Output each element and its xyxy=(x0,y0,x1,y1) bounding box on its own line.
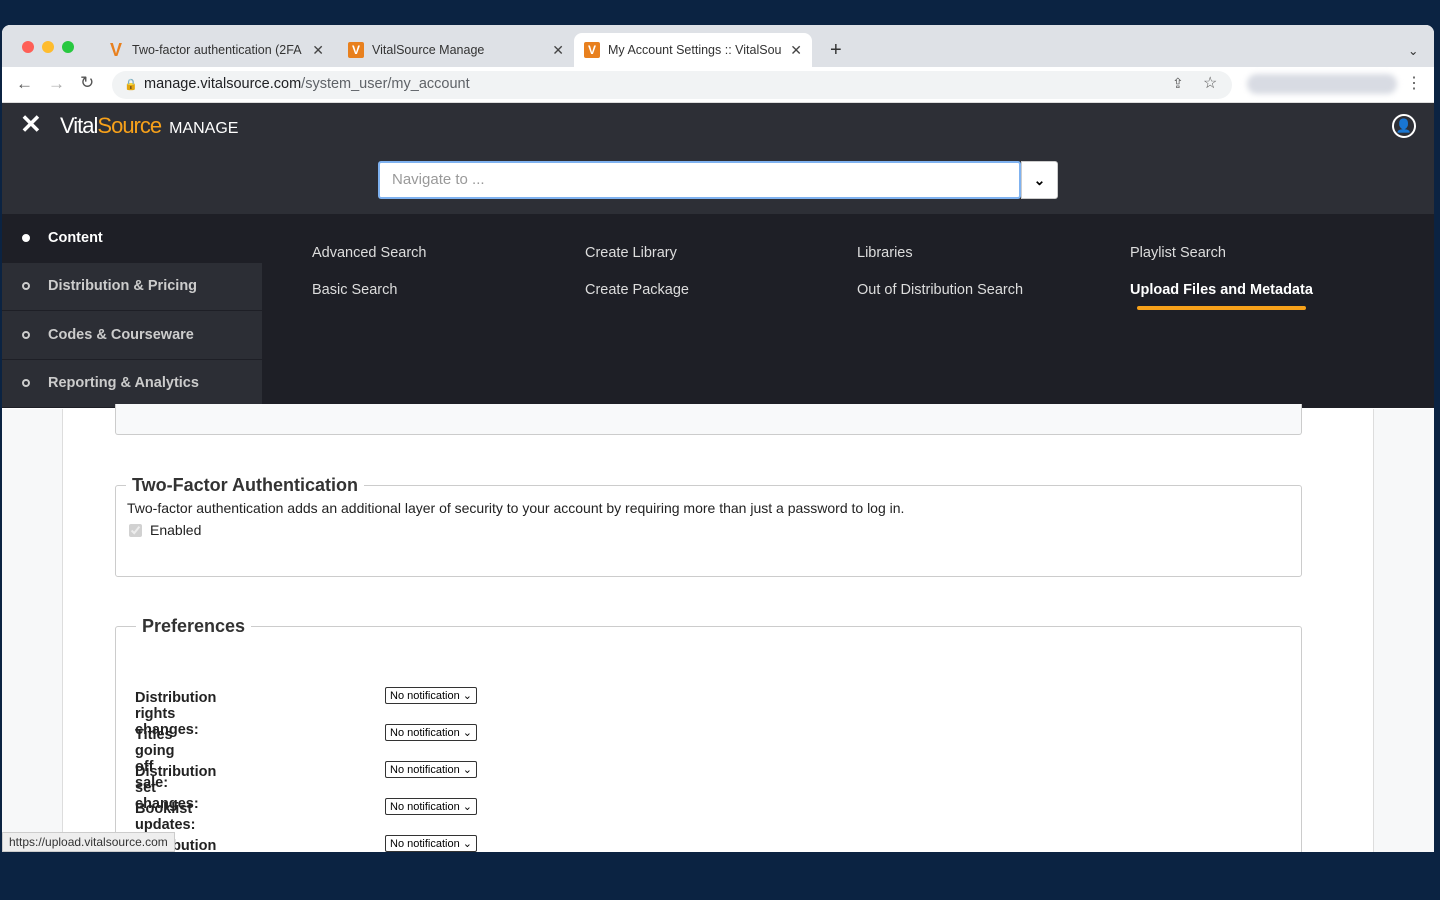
sidebar-label: Codes & Courseware xyxy=(48,326,194,343)
forward-icon[interactable]: → xyxy=(48,74,65,94)
browser-window: V Two-factor authentication (2FA ✕ V VitalS… xyxy=(2,25,1434,852)
address-bar: ← → ↻ 🔒 manage.vitalsource.com/system_use… xyxy=(2,67,1434,103)
close-tab-icon[interactable]: ✕ xyxy=(552,42,564,59)
sidebar-label: Reporting & Analytics xyxy=(48,375,199,392)
close-window-button[interactable] xyxy=(22,41,34,53)
tab-list-chevron-icon[interactable]: ⌄ xyxy=(1398,33,1428,67)
sidebar-item-content[interactable]: Content xyxy=(2,214,262,263)
reload-icon[interactable]: ↻ xyxy=(80,73,94,93)
vitalsource-logo[interactable]: VitalSource MANAGE xyxy=(60,113,238,139)
url-host: manage.vitalsource.com xyxy=(144,76,302,92)
close-tab-icon[interactable]: ✕ xyxy=(790,42,802,59)
url-path: /system_user/my_account xyxy=(301,76,470,92)
link-create-package[interactable]: Create Package xyxy=(585,282,689,298)
preferences-section: Preferences xyxy=(115,616,1302,852)
back-icon[interactable]: ← xyxy=(16,74,33,94)
tab-2fa[interactable]: V Two-factor authentication (2FA ✕ xyxy=(98,33,334,67)
sidebar-item-reporting[interactable]: Reporting & Analytics xyxy=(2,359,262,408)
close-menu-icon[interactable]: ✕ xyxy=(20,109,42,140)
share-icon[interactable]: ⇪ xyxy=(1172,75,1184,92)
link-playlist-search[interactable]: Playlist Search xyxy=(1130,245,1226,261)
sidebar: Content Distribution & Pricing Codes & C… xyxy=(2,214,262,408)
previous-section xyxy=(115,404,1302,435)
sidebar-label: Content xyxy=(48,229,103,246)
chevron-down-icon[interactable]: ⌄ xyxy=(1021,161,1058,199)
sidebar-item-distribution[interactable]: Distribution & Pricing xyxy=(2,262,262,311)
status-bar-url: https://upload.vitalsource.com xyxy=(2,832,175,852)
new-tab-button[interactable]: + xyxy=(820,33,852,67)
mega-menu: Content Distribution & Pricing Codes & C… xyxy=(2,214,1434,408)
pref-label: Booklist updates: xyxy=(135,801,196,833)
tab-bar: V Two-factor authentication (2FA ✕ V VitalS… xyxy=(2,25,1434,67)
vitalsource-favicon-icon: V xyxy=(584,42,600,58)
section-title: Preferences xyxy=(142,616,246,636)
page-content: Two-Factor Authentication Two-factor aut… xyxy=(2,404,1434,852)
link-libraries[interactable]: Libraries xyxy=(857,245,913,261)
zoom-button[interactable] xyxy=(62,41,74,53)
vitalsource-favicon-icon: V xyxy=(348,42,364,58)
tab-title: Two-factor authentication (2FA xyxy=(132,43,302,57)
enabled-checkbox[interactable] xyxy=(129,523,142,537)
link-basic-search[interactable]: Basic Search xyxy=(312,282,397,298)
profile-extensions[interactable] xyxy=(1247,74,1397,94)
lock-icon: 🔒 xyxy=(124,79,138,91)
pref-select[interactable]: No notification ⌄ xyxy=(385,724,477,741)
menu-kebab-icon[interactable]: ⋮ xyxy=(1406,73,1422,93)
tab-title: VitalSource Manage xyxy=(372,43,485,57)
url-field[interactable]: 🔒 manage.vitalsource.com/system_user/my_a… xyxy=(112,71,1232,99)
navigate-input[interactable]: Navigate to ... xyxy=(378,161,1021,199)
two-factor-section: Two-Factor Authentication Two-factor aut… xyxy=(115,475,1302,577)
tab-my-account[interactable]: V My Account Settings :: VitalSou ✕ xyxy=(574,33,812,67)
section-title: Two-Factor Authentication xyxy=(132,475,358,495)
bookmark-star-icon[interactable]: ☆ xyxy=(1203,73,1217,93)
pref-select[interactable]: No notification ⌄ xyxy=(385,687,477,704)
link-upload-files[interactable]: Upload Files and Metadata xyxy=(1130,282,1313,298)
hover-underline xyxy=(1137,306,1306,310)
pref-select[interactable]: No notification ⌄ xyxy=(385,835,477,852)
app-header: ✕ VitalSource MANAGE 👤 Navigate to ... ⌄ xyxy=(2,103,1434,214)
pref-select[interactable]: No notification ⌄ xyxy=(385,761,477,778)
pref-select[interactable]: No notification ⌄ xyxy=(385,798,477,815)
tab-manage[interactable]: V VitalSource Manage ✕ xyxy=(338,33,574,67)
tab-title: My Account Settings :: VitalSou xyxy=(608,43,782,57)
sidebar-label: Distribution & Pricing xyxy=(48,278,198,295)
close-tab-icon[interactable]: ✕ xyxy=(312,42,324,59)
two-factor-description: Two-factor authentication adds an additi… xyxy=(127,500,905,516)
minimize-button[interactable] xyxy=(42,41,54,53)
enabled-label: Enabled xyxy=(150,522,202,538)
link-advanced-search[interactable]: Advanced Search xyxy=(312,245,426,261)
user-account-icon[interactable]: 👤 xyxy=(1392,114,1416,138)
vitalsource-favicon-icon: V xyxy=(109,39,122,60)
link-create-library[interactable]: Create Library xyxy=(585,245,677,261)
link-out-of-distribution[interactable]: Out of Distribution Search xyxy=(857,282,1023,298)
sidebar-item-codes[interactable]: Codes & Courseware xyxy=(2,311,262,360)
